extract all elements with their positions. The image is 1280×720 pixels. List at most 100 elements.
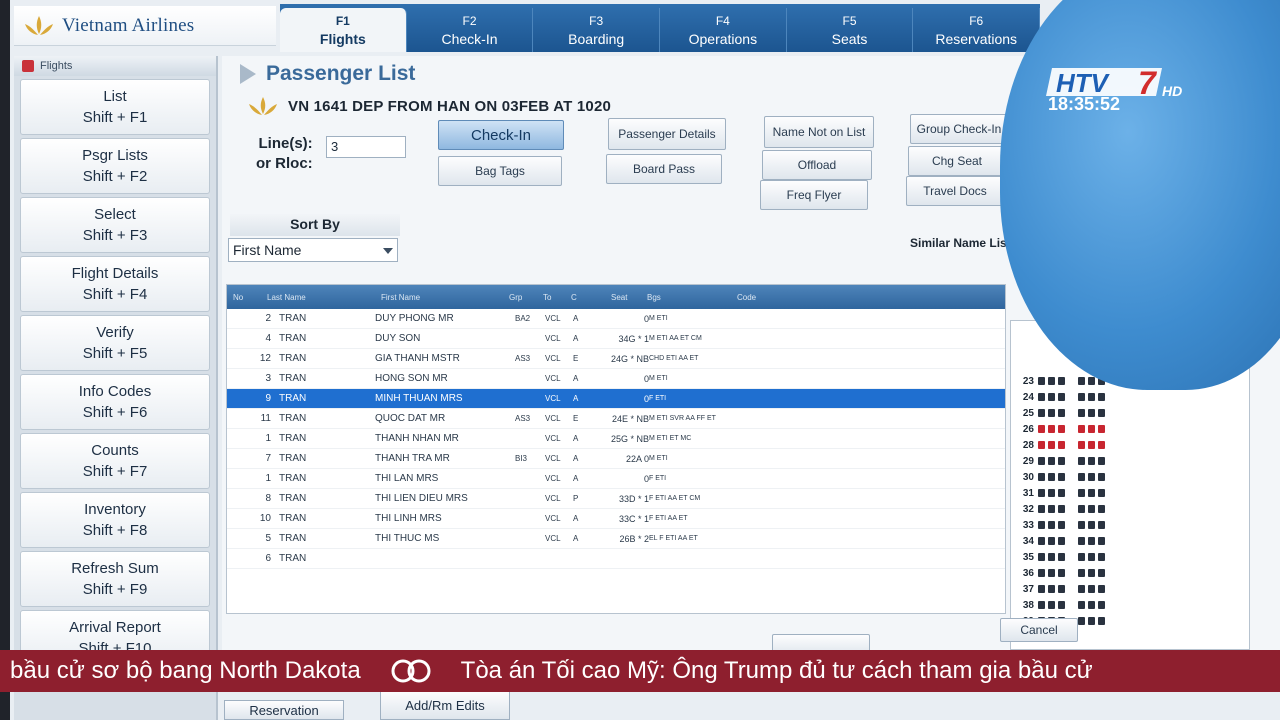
seat[interactable] — [1078, 617, 1085, 625]
seat[interactable] — [1038, 569, 1045, 577]
seat[interactable] — [1078, 585, 1085, 593]
seat[interactable] — [1038, 377, 1045, 385]
cancel-button[interactable]: Cancel — [1000, 618, 1078, 642]
sidebar-item-inventory[interactable]: Inventory Shift + F8 — [20, 492, 210, 548]
seat[interactable] — [1078, 457, 1085, 465]
seat[interactable] — [1088, 409, 1095, 417]
seat[interactable] — [1038, 553, 1045, 561]
offload-button[interactable]: Offload — [762, 150, 872, 180]
bag-tags-button[interactable]: Bag Tags — [438, 156, 562, 186]
lines-input[interactable]: 3 — [326, 136, 406, 158]
seat[interactable] — [1078, 473, 1085, 481]
seat[interactable] — [1038, 441, 1045, 449]
sidebar-item-psgr-lists[interactable]: Psgr Lists Shift + F2 — [20, 138, 210, 194]
seat[interactable] — [1048, 409, 1055, 417]
seat[interactable] — [1098, 489, 1105, 497]
sidebar-item-flight-details[interactable]: Flight Details Shift + F4 — [20, 256, 210, 312]
seat[interactable] — [1038, 457, 1045, 465]
seat[interactable] — [1058, 505, 1065, 513]
sidebar-item-select[interactable]: Select Shift + F3 — [20, 197, 210, 253]
seat[interactable] — [1048, 553, 1055, 561]
seat[interactable] — [1078, 425, 1085, 433]
seat[interactable] — [1048, 601, 1055, 609]
seat[interactable] — [1098, 601, 1105, 609]
seat[interactable] — [1058, 585, 1065, 593]
seat[interactable] — [1088, 441, 1095, 449]
table-row[interactable]: 5 TRAN THI THUC MS VCL A 26B * 2 EL F ETI AA E… — [227, 529, 1005, 549]
seat[interactable] — [1098, 505, 1105, 513]
seat[interactable] — [1048, 537, 1055, 545]
seat[interactable] — [1098, 553, 1105, 561]
seat[interactable] — [1088, 473, 1095, 481]
table-row[interactable]: 1 TRAN THANH NHAN MR VCL A 25G * NB M ETI ET M… — [227, 429, 1005, 449]
table-row[interactable]: 4 TRAN DUY SON VCL A 34G * 1M ETI AA ET CM — [227, 329, 1005, 349]
seat[interactable] — [1038, 489, 1045, 497]
tab-reservations[interactable]: F6 Reservations — [913, 8, 1041, 52]
seat[interactable] — [1098, 425, 1105, 433]
seat[interactable] — [1088, 553, 1095, 561]
seat[interactable] — [1078, 569, 1085, 577]
tab-operations[interactable]: F4 Operations — [660, 8, 787, 52]
group-check-in-button[interactable]: Group Check-In — [910, 114, 1008, 144]
sidebar-item-counts[interactable]: Counts Shift + F7 — [20, 433, 210, 489]
seat[interactable] — [1078, 377, 1085, 385]
sidebar-item-list[interactable]: List Shift + F1 — [20, 79, 210, 135]
seat[interactable] — [1048, 521, 1055, 529]
board-pass-button[interactable]: Board Pass — [606, 154, 722, 184]
passenger-details-button[interactable]: Passenger Details — [608, 118, 726, 150]
seat[interactable] — [1058, 409, 1065, 417]
seat[interactable] — [1088, 585, 1095, 593]
seat[interactable] — [1048, 585, 1055, 593]
seat[interactable] — [1088, 425, 1095, 433]
seat[interactable] — [1058, 393, 1065, 401]
check-in-button[interactable]: Check-In — [438, 120, 564, 150]
tab-check-in[interactable]: F2 Check-In — [407, 8, 534, 52]
seat[interactable] — [1058, 489, 1065, 497]
seat[interactable] — [1088, 617, 1095, 625]
seat[interactable] — [1058, 473, 1065, 481]
seat[interactable] — [1078, 505, 1085, 513]
add-rm-edits-tab[interactable]: Add/Rm Edits — [380, 690, 510, 720]
seat[interactable] — [1088, 457, 1095, 465]
table-row[interactable]: 10 TRAN THI LINH MRS VCL A 33C * 1F ETI AA ET — [227, 509, 1005, 529]
freq-flyer-button[interactable]: Freq Flyer — [760, 180, 868, 210]
seat[interactable] — [1098, 569, 1105, 577]
tab-boarding[interactable]: F3 Boarding — [533, 8, 661, 52]
sort-by-select[interactable]: First Name — [228, 238, 398, 262]
seat[interactable] — [1088, 505, 1095, 513]
tab-flights[interactable]: F1 Flights — [280, 8, 407, 52]
table-row[interactable]: 9 TRAN MINH THUAN MRS VCL A 0 F ETI — [227, 389, 1005, 409]
seat[interactable] — [1078, 441, 1085, 449]
seat[interactable] — [1058, 521, 1065, 529]
seat[interactable] — [1038, 409, 1045, 417]
chg-seat-button[interactable]: Chg Seat — [908, 146, 1006, 176]
sidebar-item-info-codes[interactable]: Info Codes Shift + F6 — [20, 374, 210, 430]
seat[interactable] — [1098, 409, 1105, 417]
seat[interactable] — [1058, 569, 1065, 577]
seat[interactable] — [1088, 377, 1095, 385]
seat[interactable] — [1088, 521, 1095, 529]
seat[interactable] — [1048, 441, 1055, 449]
seat[interactable] — [1058, 425, 1065, 433]
seat[interactable] — [1058, 441, 1065, 449]
seat[interactable] — [1058, 377, 1065, 385]
seat[interactable] — [1058, 553, 1065, 561]
seat[interactable] — [1038, 601, 1045, 609]
table-row[interactable]: 11 TRAN QUOC DAT MR AS3 VCL E 24E * NB M ETI SV… — [227, 409, 1005, 429]
table-row[interactable]: 2 TRAN DUY PHONG MR BA2 VCL A 0 M ETI — [227, 309, 1005, 329]
table-row[interactable]: 7 TRAN THANH TRA MR BI3 VCL A 22A 0M ETI — [227, 449, 1005, 469]
reservation-tab[interactable]: Reservation — [224, 700, 344, 720]
sidebar-item-verify[interactable]: Verify Shift + F5 — [20, 315, 210, 371]
seat[interactable] — [1048, 489, 1055, 497]
seat[interactable] — [1098, 457, 1105, 465]
seat[interactable] — [1098, 393, 1105, 401]
seat[interactable] — [1078, 553, 1085, 561]
seat[interactable] — [1058, 537, 1065, 545]
seat[interactable] — [1098, 537, 1105, 545]
seat[interactable] — [1048, 393, 1055, 401]
seat[interactable] — [1038, 473, 1045, 481]
seat[interactable] — [1058, 601, 1065, 609]
seat[interactable] — [1058, 457, 1065, 465]
seat[interactable] — [1088, 393, 1095, 401]
seat[interactable] — [1048, 569, 1055, 577]
